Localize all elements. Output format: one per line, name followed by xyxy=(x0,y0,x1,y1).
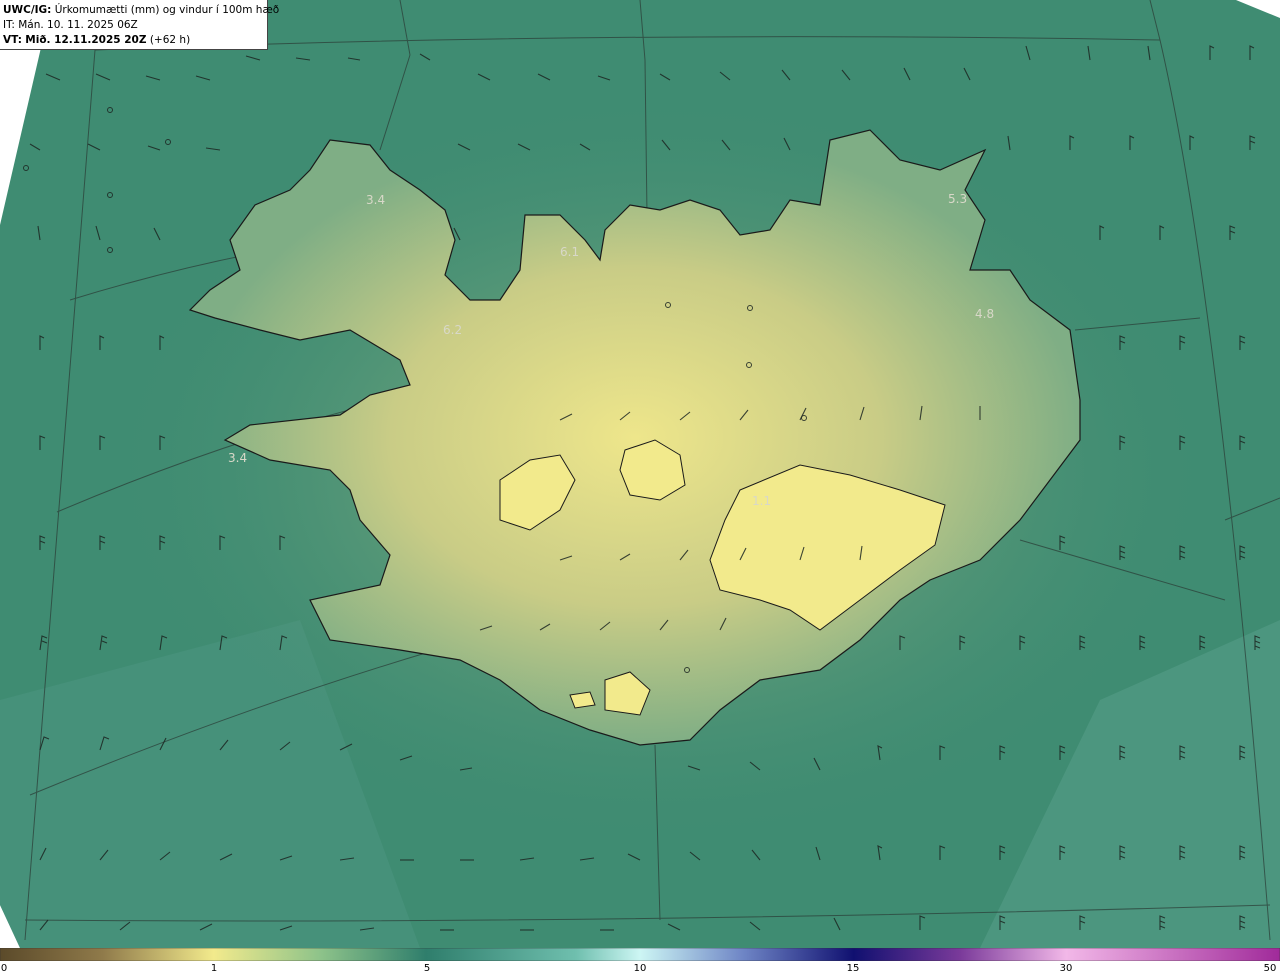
map-label-snaefellsnes: 3.4 xyxy=(228,451,247,465)
colorbar-tick: 1 xyxy=(210,963,218,974)
colorbar xyxy=(0,948,1280,961)
colorbar-tick: 10 xyxy=(633,963,647,974)
colorbar-tick: 50 xyxy=(1263,963,1277,974)
valid-label: VT: xyxy=(3,34,22,46)
map-label-west: 6.2 xyxy=(443,323,462,337)
colorbar-tick: 30 xyxy=(1059,963,1073,974)
map-label-east: 4.8 xyxy=(975,307,994,321)
init-time: IT: Mán. 10. 11. 2025 06Z xyxy=(3,19,138,31)
model-label: UWC/IG: xyxy=(3,4,52,16)
map-title: Úrkomumætti (mm) og vindur í 100m hæð xyxy=(54,4,280,16)
colorbar-tick: 0 xyxy=(0,963,8,974)
map-label-westfjords: 3.4 xyxy=(366,193,385,207)
valid-time: Mið. 12.11.2025 20Z xyxy=(25,34,147,46)
colorbar-tick: 15 xyxy=(846,963,860,974)
forecast-info-box: UWC/IG: Úrkomumætti (mm) og vindur í 100… xyxy=(0,0,279,50)
map-label-northeast: 5.3 xyxy=(948,192,967,206)
map-label-vatnajokull: 1.1 xyxy=(752,494,771,508)
precipitation-wind-map: 3.4 6.1 6.2 5.3 4.8 3.4 1.1 xyxy=(0,0,1280,948)
colorbar-tick: 5 xyxy=(423,963,431,974)
colorbar-tick-labels: 0 1 5 10 15 30 50 xyxy=(0,962,1280,978)
lead-time: (+62 h) xyxy=(149,34,191,46)
map-label-north-west: 6.1 xyxy=(560,245,579,259)
